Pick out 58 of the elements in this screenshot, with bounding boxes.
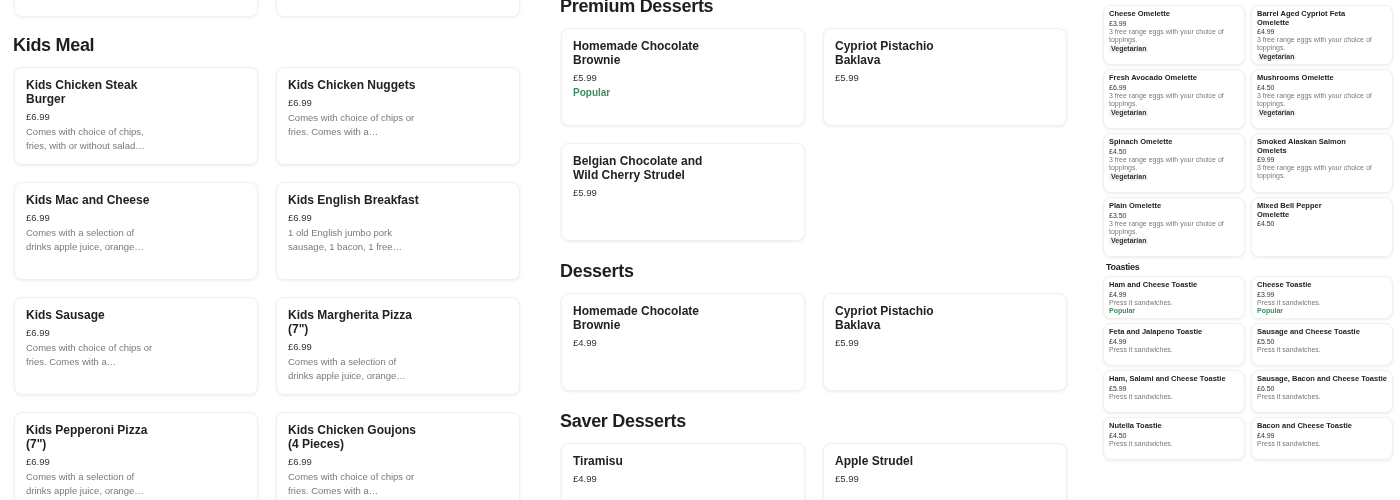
menu-item-card[interactable]: Kids Chicken Nuggets £6.99 Comes with choice of chips or fries. Comes with a… (276, 67, 520, 165)
item-name: Kids Sausage (26, 308, 105, 322)
item-description: Comes with a selection of drinks apple juice, orange… (26, 470, 145, 497)
item-name: Kids English Breakfast (288, 193, 419, 207)
item-price: £5.99 (573, 71, 597, 84)
item-name: Kids Margherita Pizza (7") (288, 308, 414, 336)
popular-label: Popular (573, 86, 611, 100)
menu-item-card[interactable]: Cypriot Pistachio Baklava £5.99 (823, 28, 1067, 126)
menu-item-card[interactable]: Tiramisu £4.99 (561, 443, 805, 500)
item-price: £6.99 (26, 455, 50, 468)
section-heading: Desserts (560, 261, 635, 282)
item-name: Cypriot Pistachio Baklava (835, 39, 935, 67)
menu-item-card[interactable]: Kids Chicken Goujons (4 Pieces) £6.99 Comes with choice of chips or fries. Comes with a… (276, 412, 520, 500)
menu-item-card[interactable]: Kids Mac and Cheese £6.99 Comes with a selection of drinks apple juice, orange… (14, 182, 258, 280)
item-name: Belgian Chocolate and Wild Cherry Strudel (573, 154, 704, 182)
item-price: £6.99 (288, 96, 312, 109)
item-name: Homemade Chocolate Brownie (573, 304, 701, 332)
menu-item-card[interactable]: Homemade Chocolate Brownie £5.99 Popular (561, 28, 805, 126)
menu-item-card[interactable]: Belgian Chocolate and Wild Cherry Strudel £5.99 (561, 143, 805, 241)
item-price: £5.99 (573, 186, 597, 199)
item-price: £4.99 (573, 472, 597, 485)
item-price: £6.99 (288, 455, 312, 468)
item-name: Cypriot Pistachio Baklava (835, 304, 935, 332)
item-price: £6.99 (26, 211, 50, 224)
item-price: £6.99 (26, 326, 50, 339)
menu-item-card[interactable]: Homemade Chocolate Brownie £4.99 (561, 293, 805, 391)
item-description: Comes with choice of chips or fries. Comes with a… (288, 470, 416, 497)
item-description: Comes with choice of chips, fries, with or without salad… (26, 125, 146, 152)
item-name: Kids Pepperoni Pizza (7") (26, 423, 149, 451)
item-price: £4.99 (573, 336, 597, 349)
section-heading: Saver Desserts (560, 411, 687, 432)
menu-item-card[interactable]: Apple Strudel £5.99 (823, 443, 1067, 500)
section-heading: Kids Meal (13, 35, 96, 56)
item-price: £5.99 (835, 71, 859, 84)
menu-item-card[interactable]: Cypriot Pistachio Baklava £5.99 (823, 293, 1067, 391)
menu-item-card[interactable]: Kids Margherita Pizza (7") £6.99 Comes with a selection of drinks apple juice, orange… (276, 297, 520, 395)
item-description: Comes with choice of chips or fries. Comes with a… (288, 111, 416, 138)
item-price: £6.99 (288, 211, 312, 224)
item-name: Kids Chicken Nuggets (288, 78, 416, 92)
item-price: £6.99 (26, 110, 50, 123)
item-name: Tiramisu (573, 454, 623, 468)
section-heading: Toasties (1106, 262, 1141, 272)
item-name: Kids Mac and Cheese (26, 193, 150, 207)
menu-item-card[interactable]: Kids Sausage £6.99 Comes with choice of chips or fries. Comes with a… (14, 297, 258, 395)
item-description: Comes with choice of chips or fries. Comes with a… (26, 341, 154, 368)
item-price: £6.99 (288, 340, 312, 353)
item-price: £5.99 (835, 472, 859, 485)
item-name: Apple Strudel (835, 454, 913, 468)
menu-item-card[interactable]: Kids Pepperoni Pizza (7") £6.99 Comes with a selection of drinks apple juice, orange… (14, 412, 258, 500)
item-name: Kids Chicken Goujons (4 Pieces) (288, 423, 417, 451)
menu-item-card[interactable]: Kids English Breakfast £6.99 1 old English jumbo pork sausage, 1 bacon, 1 free… (276, 182, 520, 280)
item-name: Kids Chicken Steak Burger (26, 78, 139, 106)
item-price: £5.99 (835, 336, 859, 349)
item-name: Homemade Chocolate Brownie (573, 39, 701, 67)
menu-item-card[interactable]: Kids Chicken Steak Burger £6.99 Comes with choice of chips, fries, with or without salad… (14, 67, 258, 165)
item-description: Comes with a selection of drinks apple juice, orange… (288, 355, 407, 382)
item-description: 1 old English jumbo pork sausage, 1 bacon, 1 free… (288, 226, 404, 253)
item-description: Comes with a selection of drinks apple juice, orange… (26, 226, 145, 253)
